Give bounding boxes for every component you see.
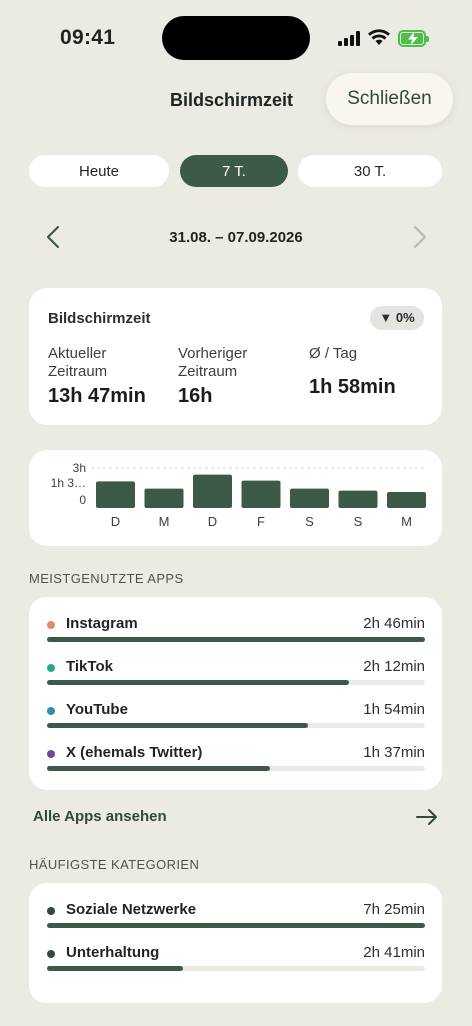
most-used-heading: MEISTGENUTZTE APPS — [29, 571, 184, 586]
chart-bar[interactable] — [96, 481, 135, 508]
tab-30-days[interactable]: 30 T. — [298, 155, 442, 187]
chart-bar[interactable] — [290, 488, 329, 508]
arrow-right-icon[interactable] — [415, 807, 439, 827]
chevron-right-icon[interactable] — [407, 224, 431, 250]
x-tick-label: M — [159, 514, 170, 529]
category-row-usage-bar — [47, 923, 425, 928]
x-tick-label: F — [257, 514, 265, 529]
y-tick-label: 3h — [73, 461, 86, 475]
app-row-name[interactable]: TikTok — [66, 658, 113, 675]
category-row-usage-track — [47, 923, 425, 928]
app-row-color-dot — [47, 621, 55, 629]
app-row-color-dot — [47, 664, 55, 672]
app-row-usage-track — [47, 723, 425, 728]
app-row-usage-bar — [47, 680, 350, 685]
app-row-color-dot — [47, 750, 55, 758]
chart-bar[interactable] — [144, 488, 184, 508]
x-tick-label: M — [401, 514, 412, 529]
page-title: Bildschirmzeit — [170, 90, 294, 110]
category-row-color-dot — [47, 907, 55, 915]
battery-charging-icon — [398, 30, 429, 47]
all-apps-link[interactable]: Alle Apps ansehen — [33, 808, 167, 825]
app-row-usage-bar — [47, 766, 271, 771]
app-row-usage-bar — [47, 637, 425, 642]
x-tick-label: S — [305, 514, 314, 529]
chart-bar[interactable] — [338, 490, 378, 508]
categories-heading: HÄUFIGSTE KATEGORIEN — [29, 857, 200, 872]
y-tick-label: 0 — [79, 493, 86, 507]
current-period-label: Aktueller Zeitraum — [48, 345, 108, 380]
tab-7-days[interactable]: 7 T. — [180, 155, 288, 187]
category-row-name[interactable]: Soziale Netzwerke — [66, 901, 196, 918]
chart-bar[interactable] — [241, 480, 281, 508]
current-period-value: 13h 47min — [48, 385, 146, 407]
average-per-day-value: 1h 58min — [309, 376, 396, 398]
y-tick-label: 1h 3… — [51, 476, 86, 490]
category-row-time: 2h 41min — [363, 944, 425, 961]
tab-today[interactable]: Heute — [29, 155, 169, 187]
change-badge: ▼ 0% — [370, 306, 424, 330]
usage-bar-chart: 3h1h 3… 0 D M D F S S M — [51, 461, 427, 529]
wifi-icon — [368, 29, 390, 45]
app-row-name[interactable]: YouTube — [66, 701, 128, 718]
chart-bar[interactable] — [387, 492, 426, 508]
app-row-usage-track — [47, 766, 425, 771]
dynamic-island — [162, 16, 310, 60]
category-row-usage-track — [47, 966, 425, 971]
category-row-time: 7h 25min — [363, 901, 425, 918]
cellular-signal-icon — [338, 31, 362, 46]
app-row-time: 2h 12min — [363, 658, 425, 675]
summary-title: Bildschirmzeit — [48, 310, 151, 327]
chart-bar[interactable] — [193, 474, 232, 508]
app-row-time: 1h 54min — [363, 701, 425, 718]
app-row-time: 2h 46min — [363, 615, 425, 632]
x-tick-label: S — [354, 514, 363, 529]
app-row-usage-bar — [47, 723, 308, 728]
app-row-color-dot — [47, 707, 55, 715]
date-range: 31.08. – 07.09.2026 — [169, 229, 303, 246]
previous-period-label: Vorheriger Zeitraum — [178, 345, 248, 380]
app-row-usage-track — [47, 637, 425, 642]
close-button[interactable]: Schließen — [326, 73, 453, 125]
app-row-name[interactable]: Instagram — [66, 615, 138, 632]
category-row-color-dot — [47, 950, 55, 958]
status-time: 09:41 — [60, 26, 116, 49]
previous-period-value: 16h — [178, 385, 213, 407]
average-per-day-label: Ø / Tag — [309, 345, 358, 362]
app-row-name[interactable]: X (ehemals Twitter) — [66, 744, 202, 761]
category-row-name[interactable]: Unterhaltung — [66, 944, 159, 961]
app-row-time: 1h 37min — [363, 744, 425, 761]
category-row-usage-bar — [47, 966, 184, 971]
x-tick-label: D — [111, 514, 120, 529]
app-row-usage-track — [47, 680, 425, 685]
x-tick-label: D — [208, 514, 217, 529]
